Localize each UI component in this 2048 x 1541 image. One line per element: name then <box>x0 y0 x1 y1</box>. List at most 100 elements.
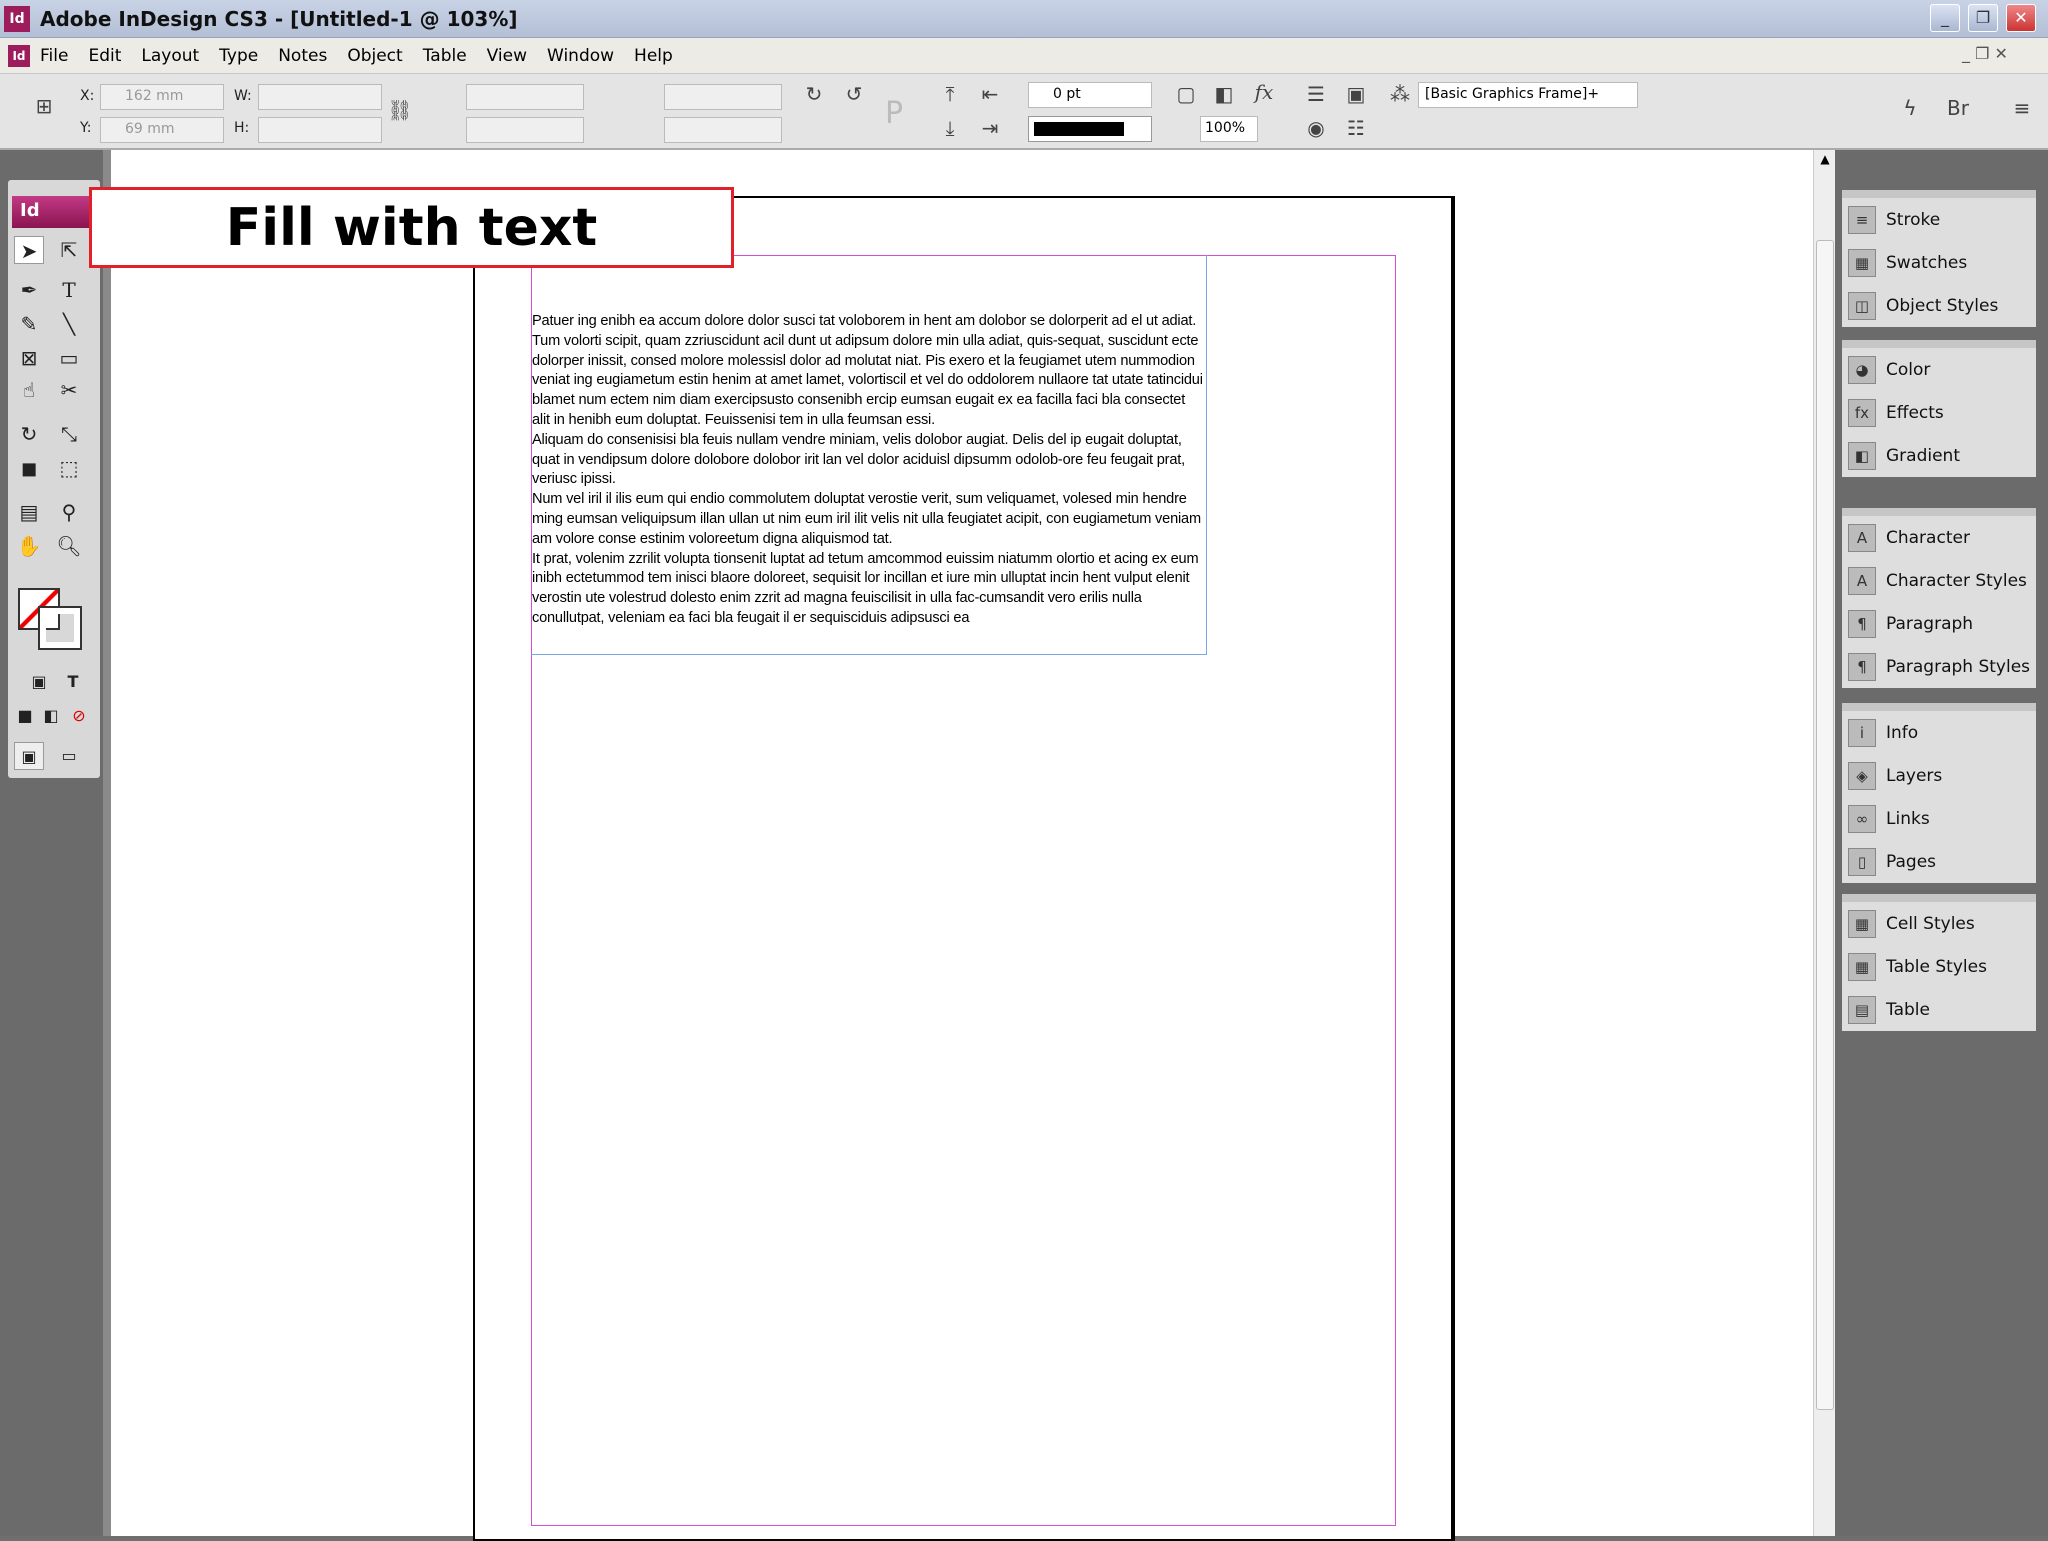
stroke-swatch[interactable] <box>38 606 82 650</box>
text-wrap-jump-icon[interactable]: ☷ <box>1342 116 1370 140</box>
menu-type[interactable]: Type <box>219 46 258 66</box>
select-previous-icon[interactable]: ⇤ <box>976 82 1004 106</box>
character-styles-icon: A <box>1848 566 1876 595</box>
apply-gradient-icon[interactable]: ◧ <box>36 702 66 730</box>
shear-field[interactable] <box>664 117 782 143</box>
panel-character-styles[interactable]: A Character Styles <box>1842 559 2036 602</box>
menu-help[interactable]: Help <box>634 46 673 66</box>
line-tool-icon[interactable]: ╲ <box>54 310 84 338</box>
lightning-icon[interactable]: ϟ <box>1896 96 1924 120</box>
bridge-icon[interactable]: Br <box>1944 96 1972 120</box>
panel-color[interactable]: ◕ Color <box>1842 348 2036 391</box>
rotate-cw-icon[interactable]: ↻ <box>800 82 828 106</box>
w-field[interactable] <box>258 84 382 110</box>
rotate-field[interactable] <box>664 84 782 110</box>
drop-shadow-icon[interactable]: ◧ <box>1210 82 1238 106</box>
formatting-text-icon[interactable]: T <box>58 668 88 696</box>
panel-label: Layers <box>1886 765 1943 786</box>
stroke-weight-field[interactable]: 0 pt <box>1028 82 1152 108</box>
menu-view[interactable]: View <box>487 46 527 66</box>
menu-table[interactable]: Table <box>423 46 467 66</box>
note-tool-icon[interactable]: ▤ <box>14 498 44 526</box>
object-styles-icon[interactable]: ⁂ <box>1386 82 1414 106</box>
rotate-ccw-icon[interactable]: ↺ <box>840 82 868 106</box>
stroke-type-dropdown[interactable] <box>1028 116 1152 142</box>
panel-gradient[interactable]: ◧ Gradient <box>1842 434 2036 477</box>
panel-object-styles[interactable]: ◫ Object Styles <box>1842 284 2036 327</box>
opacity-field[interactable]: 100% <box>1200 116 1258 142</box>
placeholder-story[interactable]: Patuer ing enibh ea accum dolore dolor s… <box>532 312 1204 629</box>
fx-icon[interactable]: fx <box>1250 80 1278 104</box>
pencil-tool-icon[interactable]: ✎ <box>14 310 44 338</box>
panel-table[interactable]: ▤ Table <box>1842 988 2036 1031</box>
select-next-icon[interactable]: ⇥ <box>976 116 1004 140</box>
text-wrap-none-icon[interactable]: ☰ <box>1302 82 1330 106</box>
panel-pages[interactable]: ▯ Pages <box>1842 840 2036 883</box>
panel-layers[interactable]: ◈ Layers <box>1842 754 2036 797</box>
panel-label: Pages <box>1886 851 1937 872</box>
select-container-icon[interactable]: ⤒ <box>936 82 964 106</box>
scale-tool-icon[interactable]: ⤡ <box>54 420 84 448</box>
formatting-container-icon[interactable]: ▣ <box>24 668 54 696</box>
preview-mode-icon[interactable]: ▭ <box>54 742 84 770</box>
object-style-dropdown[interactable]: [Basic Graphics Frame]+ <box>1418 82 1638 108</box>
scissors-tool-icon[interactable]: ✂ <box>54 376 84 404</box>
menu-window[interactable]: Window <box>547 46 614 66</box>
hand-tool-icon[interactable]: ✋ <box>14 532 44 560</box>
restore-button[interactable]: ❐ <box>1968 4 1998 32</box>
menu-edit[interactable]: Edit <box>88 46 121 66</box>
tools-panel: ➤ ⇱ ✒ T ✎ ╲ ⊠ ▭ ☝ ✂ ↻ ⤡ ◼ ⬚ ▤ ⚲ ✋ 🔍︎ ▣ T… <box>8 180 100 778</box>
select-content-icon[interactable]: ⤓ <box>936 116 964 140</box>
direct-selection-tool-icon[interactable]: ⇱ <box>54 236 84 264</box>
x-field[interactable]: 162 mm <box>100 84 224 110</box>
scroll-thumb[interactable] <box>1816 240 1834 1410</box>
selection-tool-icon[interactable]: ➤ <box>14 236 44 264</box>
h-field[interactable] <box>258 117 382 143</box>
rectangle-frame-tool-icon[interactable]: ⊠ <box>14 344 44 372</box>
panel-label: Stroke <box>1886 209 1941 230</box>
panel-label: Gradient <box>1886 445 1960 466</box>
panel-menu-icon[interactable]: ≡ <box>2008 96 2036 120</box>
panel-cell-styles[interactable]: ▦ Cell Styles <box>1842 902 2036 945</box>
panel-character[interactable]: A Character <box>1842 516 2036 559</box>
panel-paragraph-styles[interactable]: ¶ Paragraph Styles <box>1842 645 2036 688</box>
y-label: Y: <box>80 120 92 136</box>
doc-window-controls[interactable]: _ ❐ ✕ <box>1962 44 2008 63</box>
button-tool-icon[interactable]: ☝ <box>14 376 44 404</box>
menu-object[interactable]: Object <box>347 46 402 66</box>
panel-swatches[interactable]: ▦ Swatches <box>1842 241 2036 284</box>
paragraph: Aliquam do consenisisi bla feuis nullam … <box>532 431 1185 488</box>
type-tool-icon[interactable]: T <box>54 276 84 304</box>
eyedropper-tool-icon[interactable]: ⚲ <box>54 498 84 526</box>
reference-point-icon[interactable]: ⊞ <box>30 94 58 118</box>
text-wrap-box-icon[interactable]: ▣ <box>1342 82 1370 106</box>
pen-tool-icon[interactable]: ✒ <box>14 276 44 304</box>
paragraph: It prat, volenim zzrilit volupta tionsen… <box>532 550 1199 626</box>
gradient-tool-icon[interactable]: ◼ <box>14 454 44 482</box>
y-field[interactable]: 69 mm <box>100 117 224 143</box>
zoom-tool-icon[interactable]: 🔍︎ <box>54 532 84 560</box>
free-transform-tool-icon[interactable]: ⬚ <box>54 454 84 482</box>
menu-layout[interactable]: Layout <box>141 46 199 66</box>
constrain-link-icon[interactable]: ⛓ <box>386 98 414 122</box>
rectangle-tool-icon[interactable]: ▭ <box>54 344 84 372</box>
apply-none-icon[interactable]: ⊘ <box>64 702 94 730</box>
menu-notes[interactable]: Notes <box>278 46 327 66</box>
rotate-tool-icon[interactable]: ↻ <box>14 420 44 448</box>
panel-stroke[interactable]: ≡ Stroke <box>1842 198 2036 241</box>
vertical-scrollbar[interactable]: ▲ <box>1813 150 1835 1536</box>
scale-y-field[interactable] <box>466 117 584 143</box>
normal-view-icon[interactable]: ▣ <box>14 742 44 770</box>
close-button[interactable]: ✕ <box>2006 4 2036 32</box>
minimize-button[interactable]: _ <box>1930 4 1960 32</box>
panel-paragraph[interactable]: ¶ Paragraph <box>1842 602 2036 645</box>
panel-effects[interactable]: fx Effects <box>1842 391 2036 434</box>
text-wrap-shape-icon[interactable]: ◉ <box>1302 116 1330 140</box>
panel-links[interactable]: ∞ Links <box>1842 797 2036 840</box>
panel-info[interactable]: i Info <box>1842 711 2036 754</box>
stroke-swatch-icon[interactable]: ▢ <box>1172 82 1200 106</box>
menu-file[interactable]: File <box>40 46 68 66</box>
scroll-up-icon[interactable]: ▲ <box>1816 152 1834 170</box>
panel-table-styles[interactable]: ▦ Table Styles <box>1842 945 2036 988</box>
scale-x-field[interactable] <box>466 84 584 110</box>
